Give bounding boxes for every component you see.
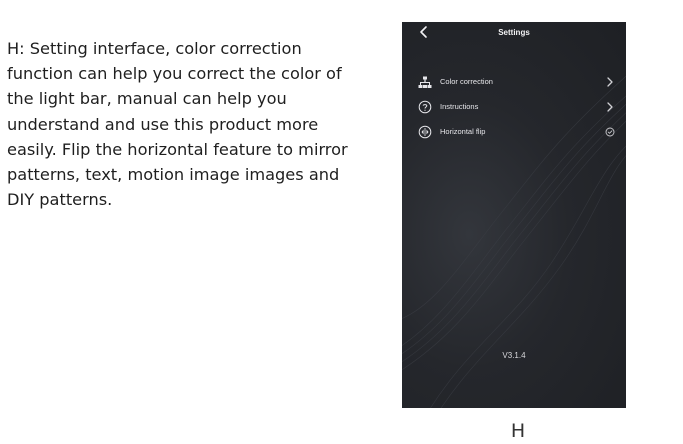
flip-icon [418,125,432,139]
screen-title: Settings [498,28,530,37]
color-correction-icon [418,76,432,88]
version-text: V3.1.4 [502,351,526,360]
instructions-row[interactable]: Instructions [402,97,626,117]
color-correction-label: Color correction [440,77,493,86]
horizontal-flip-row[interactable]: Horizontal flip [402,122,626,142]
description-text: H: Setting interface, color correction f… [7,39,348,210]
horizontal-flip-label: Horizontal flip [440,127,486,136]
chevron-right-icon [607,77,613,87]
instructions-label: Instructions [440,102,479,111]
top-bar: Settings [402,22,626,44]
phone-screen: Settings Color correction Instructions H… [402,22,626,408]
chevron-right-icon [607,102,613,112]
check-circle-icon[interactable] [605,126,615,138]
figure-caption: H [510,420,526,442]
question-circle-icon [418,100,432,114]
color-correction-row[interactable]: Color correction [402,72,626,92]
